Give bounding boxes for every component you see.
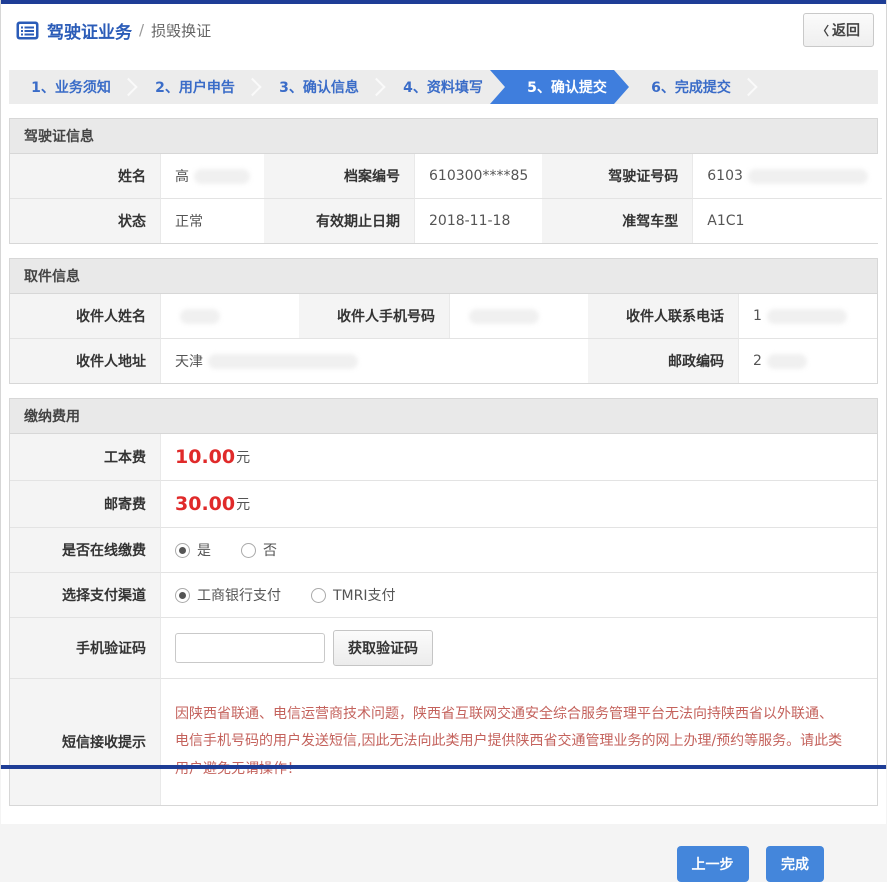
license-section-title: 驾驶证信息 — [10, 119, 877, 154]
back-label: 返回 — [832, 23, 860, 39]
radio-channel-icbc[interactable] — [175, 587, 190, 603]
card-fee-label: 工本费 — [10, 434, 160, 480]
vehicle-class-label: 准驾车型 — [542, 198, 693, 243]
postage-fee-label: 邮寄费 — [10, 480, 160, 527]
pay-channel-label: 选择支付渠道 — [10, 572, 160, 617]
postage-fee-amount: 30.00 — [175, 493, 236, 515]
expiry-date-value: 2018-11-18 — [414, 198, 543, 243]
postage-fee-value: 30.00 元 — [160, 480, 877, 527]
redacted-value — [747, 168, 868, 184]
radio-online-pay-no-label[interactable]: 否 — [263, 540, 277, 560]
back-chevron-icon: 〈 — [816, 24, 829, 38]
file-number-label: 档案编号 — [264, 154, 414, 198]
fees-section-title: 缴纳费用 — [10, 399, 877, 434]
page-header: 驾驶证业务 / 损毁换证 〈返回 — [1, 4, 886, 56]
back-button[interactable]: 〈返回 — [802, 13, 874, 47]
get-code-button[interactable]: 获取验证码 — [333, 630, 433, 666]
recipient-address-label: 收件人地址 — [10, 338, 160, 383]
card-fee-amount: 10.00 — [175, 446, 236, 468]
sms-code-input[interactable] — [175, 633, 325, 663]
name-value: 高 — [160, 154, 264, 198]
license-number-label: 驾驶证号码 — [542, 154, 693, 198]
recipient-phone-label: 收件人联系电话 — [588, 294, 738, 338]
breadcrumb-divider: / — [139, 21, 145, 39]
pay-channel-options: 工商银行支付 TMRI支付 — [160, 572, 877, 617]
recipient-name-value — [160, 294, 299, 338]
expiry-date-label: 有效期止日期 — [264, 198, 414, 243]
page-title: 驾驶证业务 — [47, 22, 132, 43]
breadcrumb-current: 损毁换证 — [151, 21, 212, 40]
redacted-value — [194, 168, 250, 184]
name-label: 姓名 — [10, 154, 160, 198]
card-fee-unit: 元 — [236, 450, 251, 466]
step-3-confirm-info: 3、确认信息 — [257, 70, 381, 104]
status-label: 状态 — [10, 198, 160, 243]
radio-channel-tmri[interactable] — [311, 587, 326, 603]
step-4-fill-data: 4、资料填写 — [381, 70, 505, 104]
postal-code-value: 2 — [738, 338, 877, 383]
sms-notice-label: 短信接收提示 — [10, 678, 160, 805]
pickup-info-section: 取件信息 收件人姓名 收件人手机号码 收件人联系电话 1 收件人地址 天津 邮政… — [9, 258, 878, 384]
license-info-section: 驾驶证信息 姓名 高 档案编号 610300****85 驾驶证号码 6103 … — [9, 118, 882, 244]
radio-online-pay-yes-label[interactable]: 是 — [197, 540, 211, 560]
finish-button[interactable]: 完成 — [766, 845, 824, 882]
recipient-name-label: 收件人姓名 — [10, 294, 160, 338]
fees-section: 缴纳费用 工本费 10.00 元 邮寄费 30.00 元 是否在线缴费 是 否 选择… — [9, 398, 878, 806]
step-5-confirm-submit-active: 5、确认提交 — [490, 70, 629, 104]
step-2-user-declaration: 2、用户申告 — [133, 70, 257, 104]
main-content: 驾驶证业务 / 损毁换证 〈返回 1、业务须知 2、用户申告 3、确认信息 4、… — [1, 4, 886, 824]
sms-code-row: 获取验证码 — [160, 617, 877, 678]
online-pay-label: 是否在线缴费 — [10, 527, 160, 572]
previous-step-button[interactable]: 上一步 — [676, 845, 749, 882]
footer-actions: 上一步 完成 — [1, 824, 886, 882]
bottom-accent-bar — [1, 765, 886, 769]
sms-notice-row: 因陕西省联通、电信运营商技术问题，陕西省互联网交通安全综合服务管理平台无法向持陕… — [160, 678, 877, 805]
radio-online-pay-no[interactable] — [241, 542, 256, 558]
pickup-section-title: 取件信息 — [10, 259, 877, 294]
file-number-value: 610300****85 — [414, 154, 543, 198]
license-service-icon — [16, 21, 39, 40]
recipient-mobile-value — [449, 294, 588, 338]
sms-notice-text: 因陕西省联通、电信运营商技术问题，陕西省互联网交通安全综合服务管理平台无法向持陕… — [175, 706, 843, 777]
redacted-value — [469, 308, 539, 324]
redacted-value — [766, 353, 807, 369]
recipient-address-value: 天津 — [160, 338, 588, 383]
radio-channel-tmri-label[interactable]: TMRI支付 — [333, 585, 396, 605]
postal-code-label: 邮政编码 — [588, 338, 738, 383]
redacted-value — [766, 308, 847, 324]
license-number-value: 6103 — [692, 154, 882, 198]
postage-fee-unit: 元 — [236, 497, 251, 513]
redacted-value — [208, 353, 358, 369]
recipient-phone-value: 1 — [738, 294, 877, 338]
radio-channel-icbc-label[interactable]: 工商银行支付 — [197, 585, 281, 605]
sms-code-label: 手机验证码 — [10, 617, 160, 678]
status-value: 正常 — [160, 198, 264, 243]
radio-online-pay-yes[interactable] — [175, 542, 190, 558]
card-fee-value: 10.00 元 — [160, 434, 877, 480]
step-1-business-notes: 1、业务须知 — [9, 70, 133, 104]
redacted-value — [180, 308, 220, 324]
step-6-complete-submit: 6、完成提交 — [629, 70, 753, 104]
online-pay-options: 是 否 — [160, 527, 877, 572]
recipient-mobile-label: 收件人手机号码 — [299, 294, 449, 338]
step-wizard: 1、业务须知 2、用户申告 3、确认信息 4、资料填写 5、确认提交 6、完成提… — [9, 70, 878, 104]
vehicle-class-value: A1C1 — [692, 198, 882, 243]
